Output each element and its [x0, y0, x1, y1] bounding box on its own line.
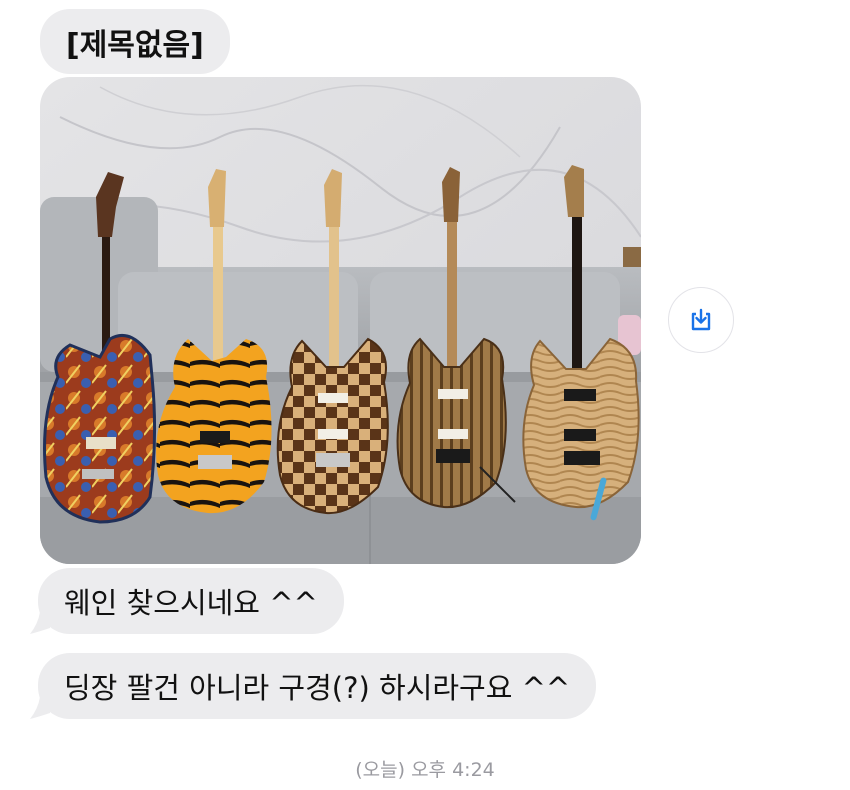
photo-message[interactable]: [40, 77, 641, 564]
save-image-button[interactable]: [668, 287, 734, 353]
guitars-photo: [40, 77, 641, 564]
timestamp: (오늘) 오후 4:24: [355, 759, 495, 781]
message-bubble: 웨인 찾으시네요 ^^: [38, 568, 344, 634]
message-text: 웨인 찾으시네요 ^^: [64, 586, 318, 620]
message-bubble: 딩장 팔건 아니라 구경(?) 하시라구요 ^^: [38, 653, 597, 719]
title-bubble: [제목없음]: [40, 9, 230, 74]
download-icon: [691, 308, 711, 331]
message-text: 딩장 팔건 아니라 구경(?) 하시라구요 ^^: [64, 671, 571, 705]
